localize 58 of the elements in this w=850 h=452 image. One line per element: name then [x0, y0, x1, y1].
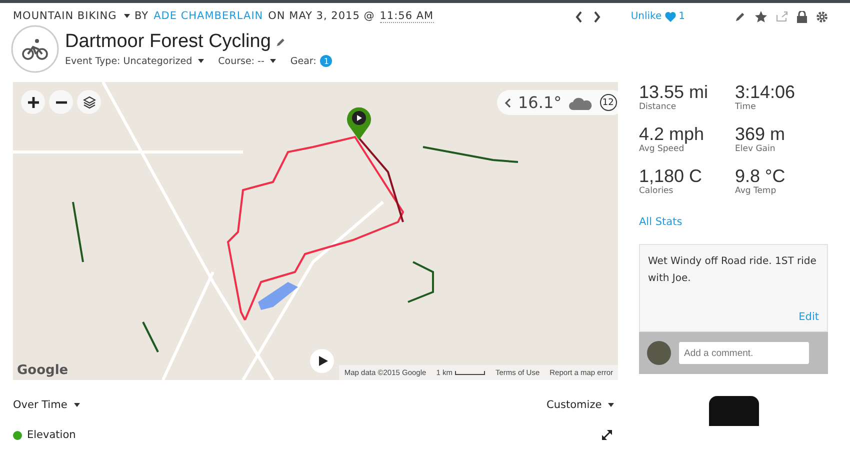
meta-dropdown[interactable]: Event Type: Uncategorized [65, 56, 204, 66]
like-count: 1 [678, 11, 685, 22]
stat-label: Calories [639, 186, 674, 196]
note-text: Wet Windy off Road ride. 1ST ride with Joe. [648, 255, 818, 286]
stat-label: Time [735, 102, 757, 112]
stat-value: 4.2 mph [639, 124, 706, 144]
stat-value: 9.8 °C [735, 166, 786, 186]
customize-dropdown[interactable]: Customize [546, 399, 614, 411]
cyclist-icon [11, 25, 59, 73]
user-avatar [647, 341, 671, 365]
caret-icon [198, 58, 204, 63]
activity-title: Dartmoor Forest Cycling [65, 31, 271, 53]
cloud-icon [568, 96, 593, 110]
by-text: BY [134, 10, 149, 23]
layers-icon [82, 96, 96, 108]
over-time-dropdown[interactable]: Over Time [13, 399, 80, 411]
caret-icon [270, 58, 276, 63]
temperature-text: 16.1° [518, 93, 562, 112]
stat-label: Elev Gain [735, 144, 776, 154]
stat-label: Avg Temp [735, 186, 778, 196]
start-pin-icon [346, 106, 372, 140]
stat-value: 3:14:06 [735, 82, 796, 102]
previous-icon[interactable] [574, 10, 583, 22]
time-text: 11:56 AM [380, 10, 434, 23]
stat-label: Avg Speed [639, 144, 686, 154]
legend-label: Elevation [27, 429, 76, 441]
caret-icon [608, 403, 614, 408]
caret-icon [124, 14, 130, 18]
chevron-left-icon[interactable] [505, 98, 511, 108]
hour-badge[interactable]: 12 [600, 94, 617, 111]
device-placeholder [708, 396, 758, 426]
settings-icon[interactable] [816, 10, 828, 22]
weather-widget[interactable]: 16.1° 12 [497, 90, 618, 115]
google-logo: Google [17, 363, 68, 378]
zoom-out-button[interactable] [49, 90, 73, 114]
pencil-icon[interactable] [276, 37, 286, 47]
category-dropdown[interactable]: MOUNTAIN BIKING [13, 10, 130, 23]
play-icon [318, 356, 328, 366]
lock-icon[interactable] [797, 10, 807, 22]
scale-bar [455, 370, 486, 374]
plus-icon [28, 96, 38, 108]
meta-dropdown[interactable]: Course: -- [218, 56, 276, 66]
stat-label: Distance [639, 102, 678, 112]
heart-icon [664, 12, 676, 22]
zoom-in-button[interactable] [21, 90, 45, 114]
comment-field[interactable]: Add a comment. [679, 342, 809, 364]
star-icon[interactable] [755, 10, 767, 22]
caret-icon [74, 403, 80, 408]
expand-icon[interactable] [602, 430, 612, 440]
stat-value: 1,180 C [639, 166, 704, 186]
pencil-icon[interactable] [735, 11, 746, 22]
date-text: ON MAY 3, 2015 @ [268, 10, 375, 23]
layers-button[interactable] [77, 90, 101, 114]
stat-value: 13.55 mi [639, 82, 710, 102]
play-button[interactable] [310, 349, 334, 373]
stat-value: 369 m [735, 124, 786, 144]
gear-label: Gear: [290, 56, 316, 66]
next-icon[interactable] [592, 10, 601, 22]
